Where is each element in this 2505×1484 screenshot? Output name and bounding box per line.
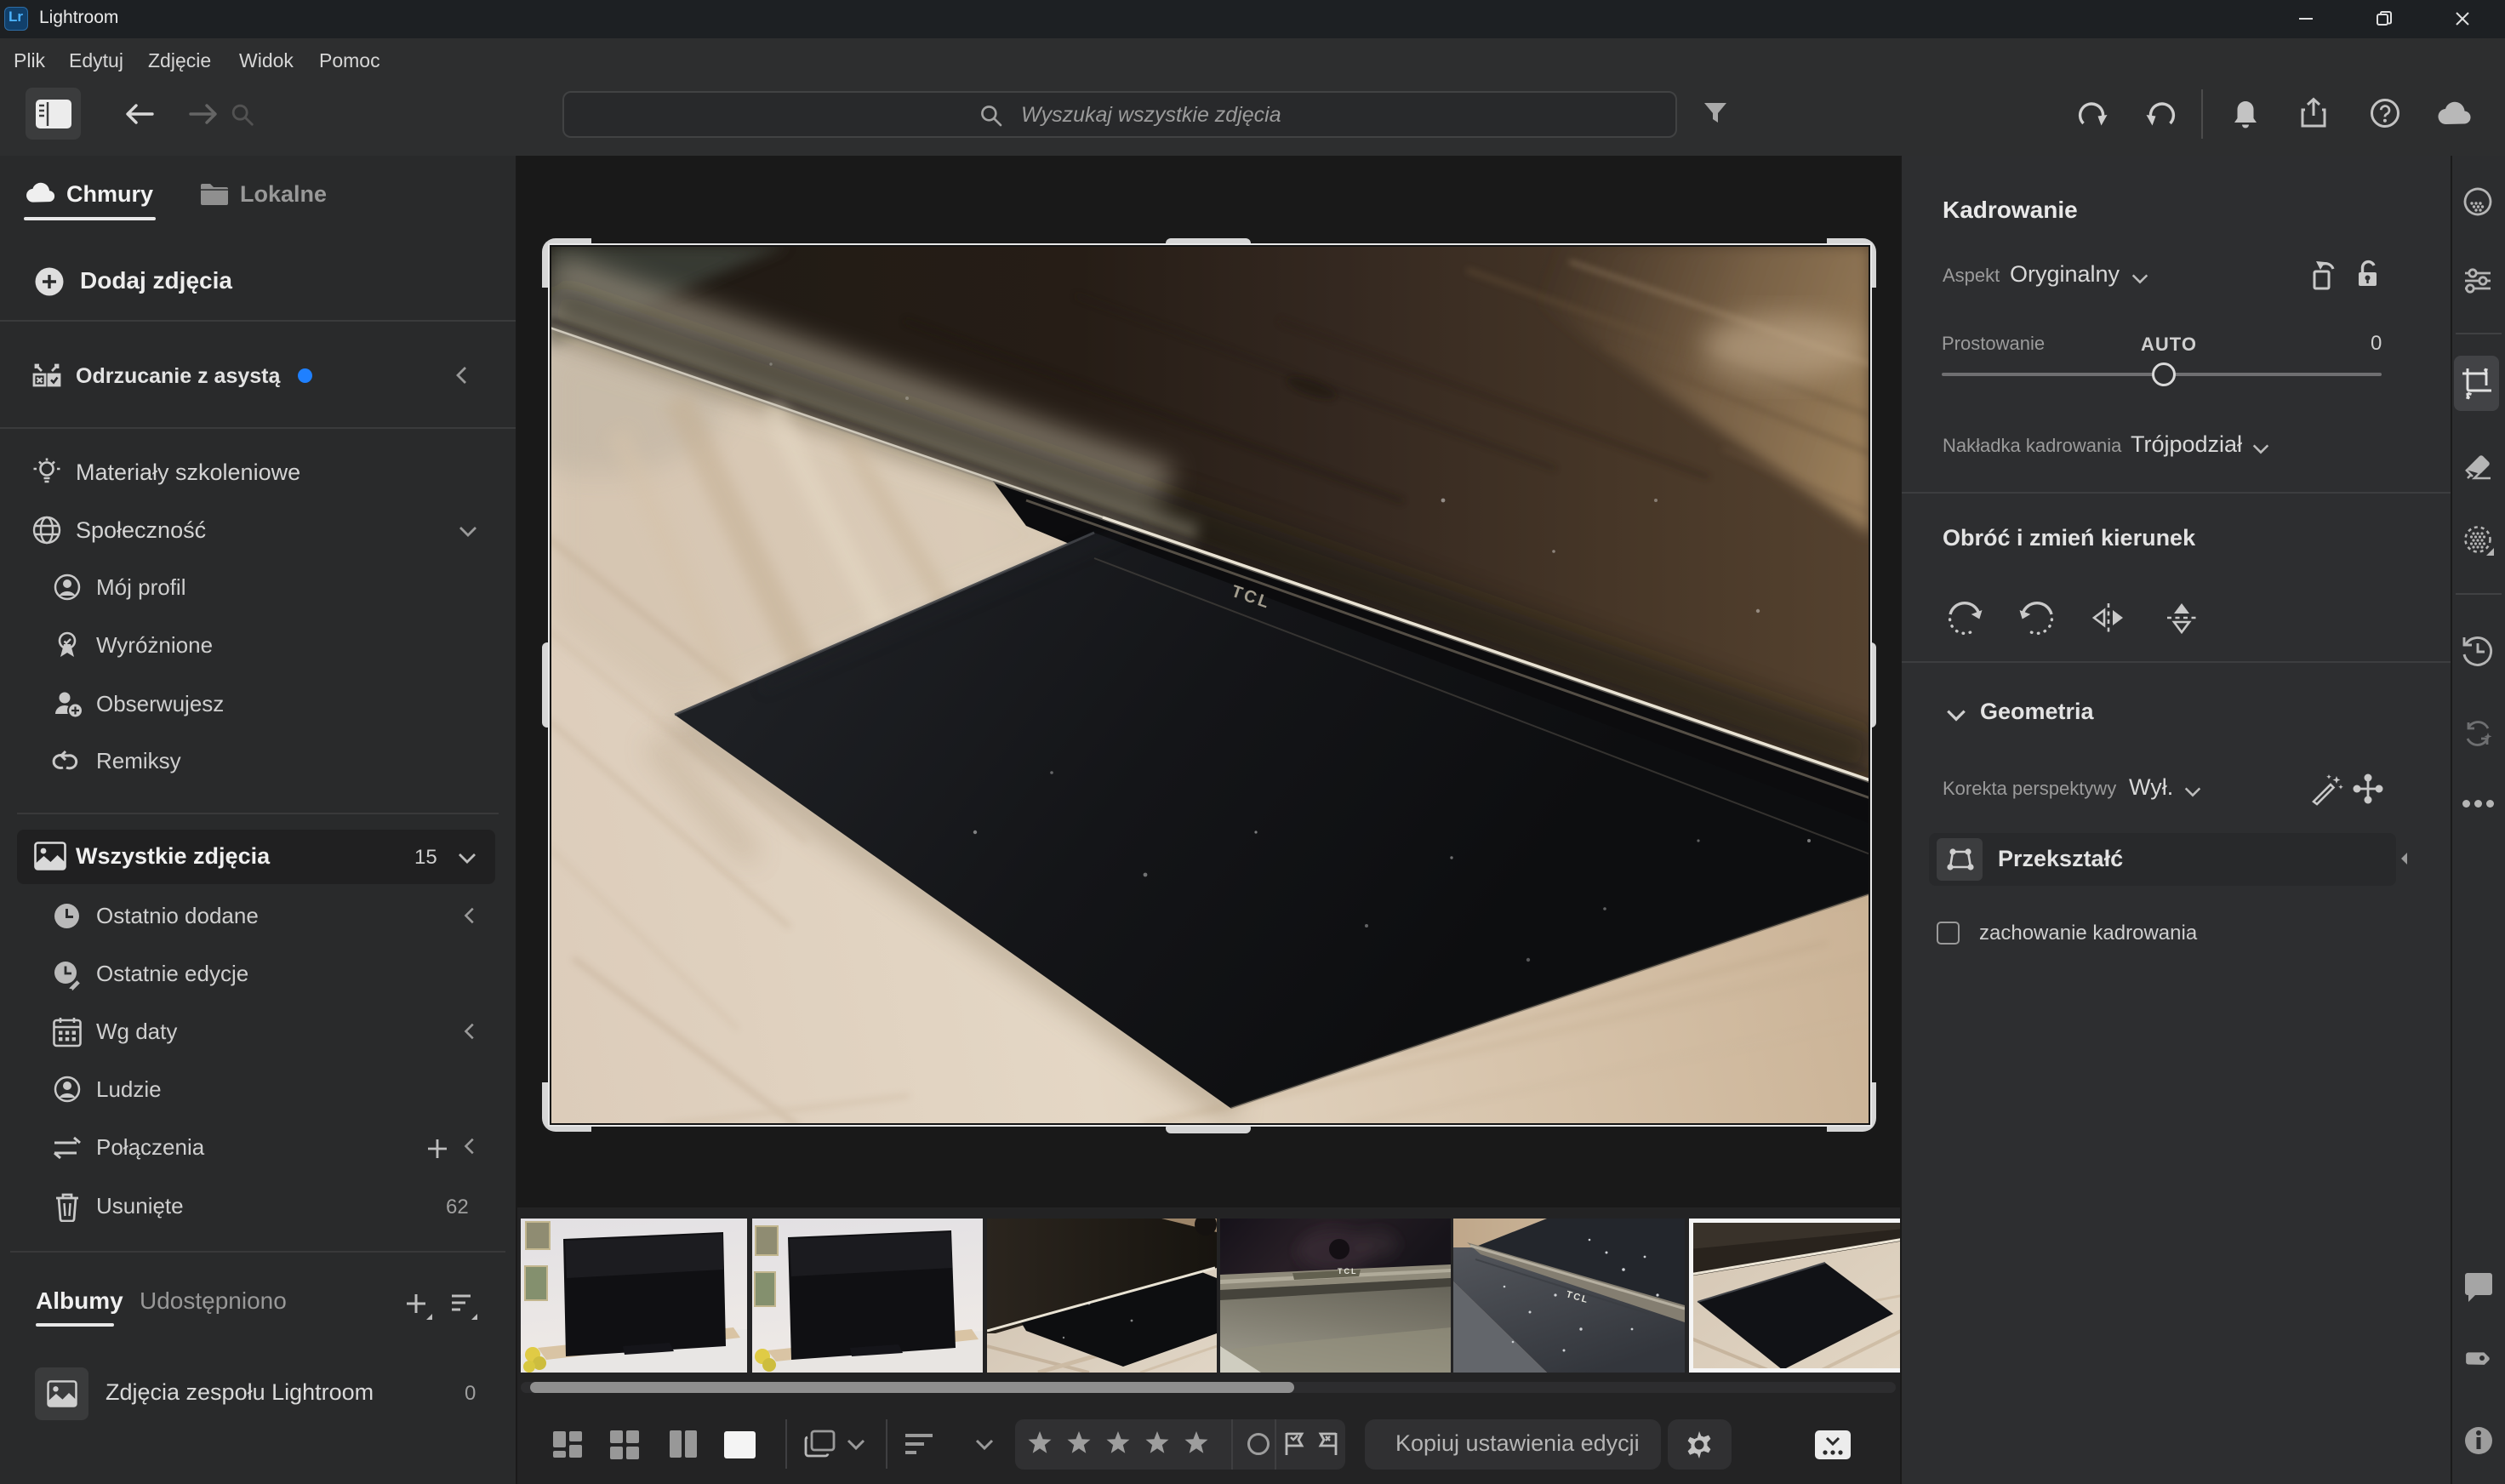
svg-text:TCL: TCL [1338,1267,1358,1276]
